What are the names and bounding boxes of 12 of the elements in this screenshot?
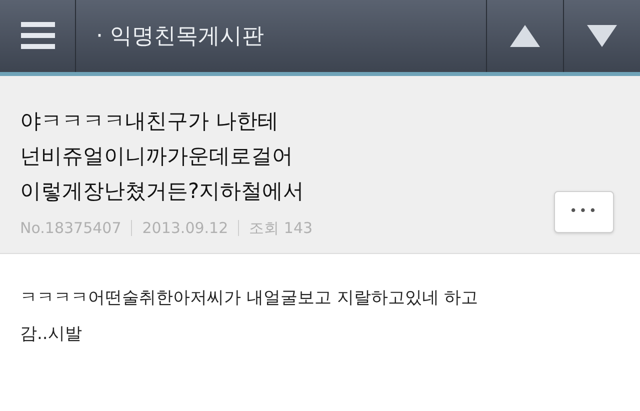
- post-title-line: 넌비쥬얼이니까가운데로걸어: [20, 142, 294, 170]
- post-meta: No.18375407: [20, 218, 122, 238]
- post-title-line: 야ㅋㅋㅋㅋ내친구가 나한테: [20, 108, 280, 134]
- post-body: ㅋㅋㅋㅋ어떤술취한아저씨가 내얼굴보고 지랄하고있네 하고 감..시발: [20, 287, 480, 346]
- board-title: · 익명친목게시판: [96, 22, 264, 50]
- post-title-line: 이렇게장난쳤거든?지하철에서: [20, 178, 306, 204]
- up-triangle-icon: [510, 25, 540, 47]
- menu-icon: [20, 22, 54, 50]
- down-triangle-icon: [587, 25, 617, 47]
- post-meta: 2013.09.12: [142, 218, 228, 238]
- post-meta: 조회 143: [249, 218, 313, 238]
- more-button[interactable]: •••: [554, 191, 614, 233]
